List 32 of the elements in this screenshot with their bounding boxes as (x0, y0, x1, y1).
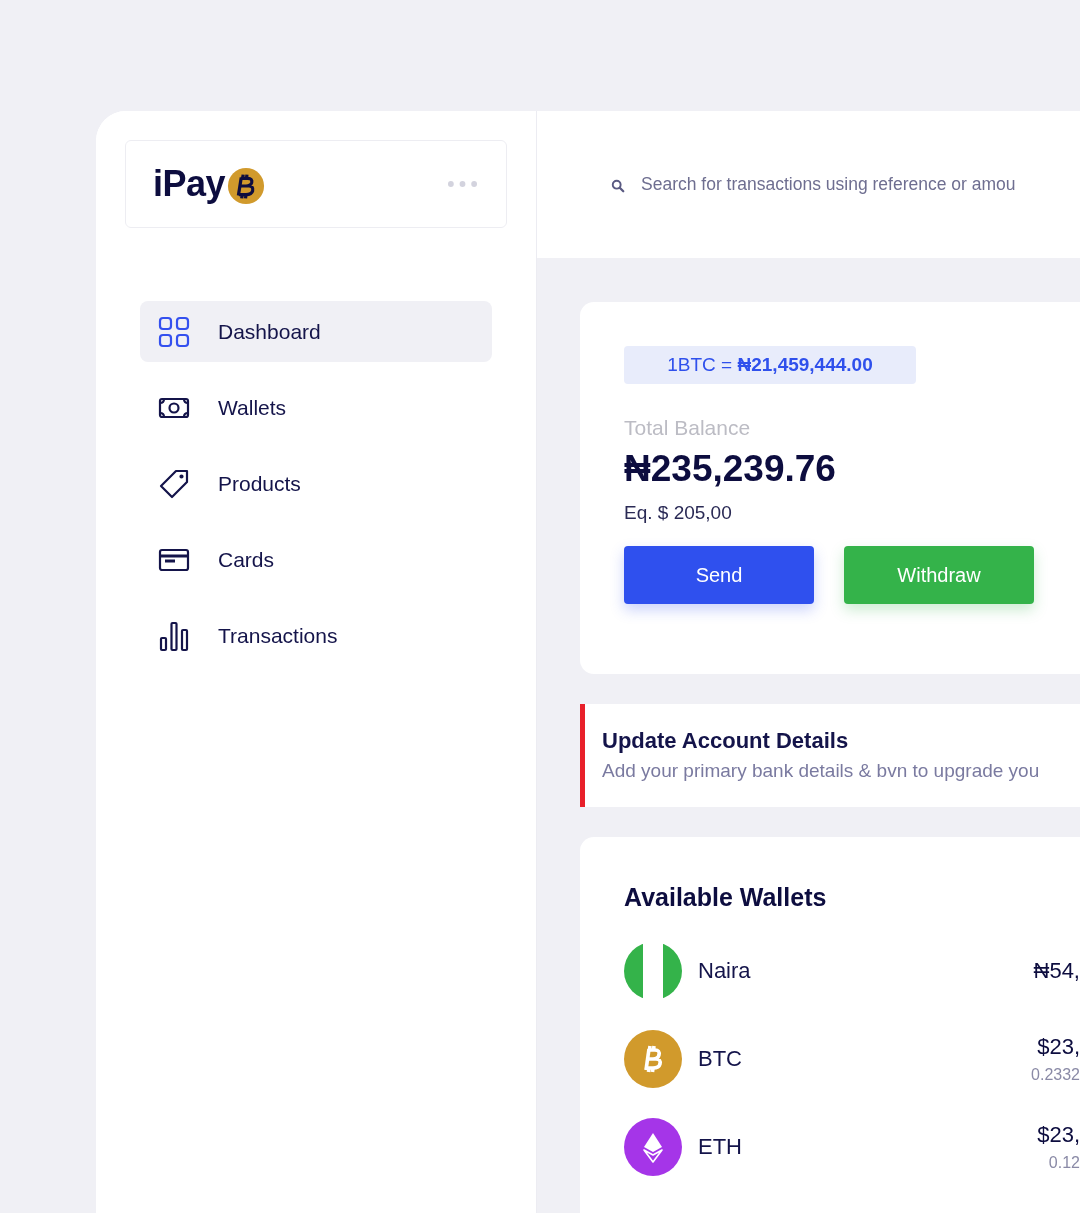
nav-item[interactable]: Dashboard (140, 301, 492, 362)
search-field[interactable]: Search for transactions using reference or amou (641, 174, 1080, 195)
nav-item[interactable]: Transactions (140, 605, 492, 666)
ethereum-icon (624, 1118, 682, 1176)
balance-equivalent: Eq. $ 205,00 (624, 502, 733, 524)
logo-text: iPay (153, 163, 226, 205)
wallet-amount: $23, (1037, 1122, 1080, 1148)
more-icon[interactable] (447, 180, 478, 188)
wallet-crypto-amount: 0.12 (1048, 1154, 1080, 1172)
flag-icon (624, 942, 682, 1000)
grid-icon (158, 315, 190, 348)
wallet-name: Naira (698, 958, 752, 984)
bitcoin-icon (227, 167, 266, 205)
balance-amount: ₦235,239.76 (624, 448, 837, 490)
wallet-name: ETH (698, 1134, 743, 1160)
wallet-name: BTC (698, 1046, 743, 1072)
nav-item[interactable]: Wallets (140, 377, 492, 438)
send-button[interactable]: Send (624, 546, 814, 604)
tag-icon (158, 467, 190, 500)
wallets-title: Available Wallets (624, 883, 828, 912)
nav-item[interactable]: Cards (140, 529, 492, 590)
balance-label: Total Balance (624, 416, 752, 440)
exchange-rate-badge: 1BTC = ₦21,459,444.00 (624, 346, 916, 384)
search-icon (611, 178, 625, 193)
alert-text: Add your primary bank details & bvn to upgrade you (602, 760, 1041, 782)
wallet-crypto-amount: 0.2332 (1031, 1066, 1080, 1084)
wallet-amount: ₦54, (1033, 958, 1080, 984)
alert-title: Update Account Details (602, 728, 850, 754)
bar-chart-icon (158, 619, 190, 652)
bitcoin-icon (624, 1030, 682, 1088)
wallet-amount: $23, (1037, 1034, 1080, 1060)
nav-item[interactable]: Products (140, 453, 492, 514)
